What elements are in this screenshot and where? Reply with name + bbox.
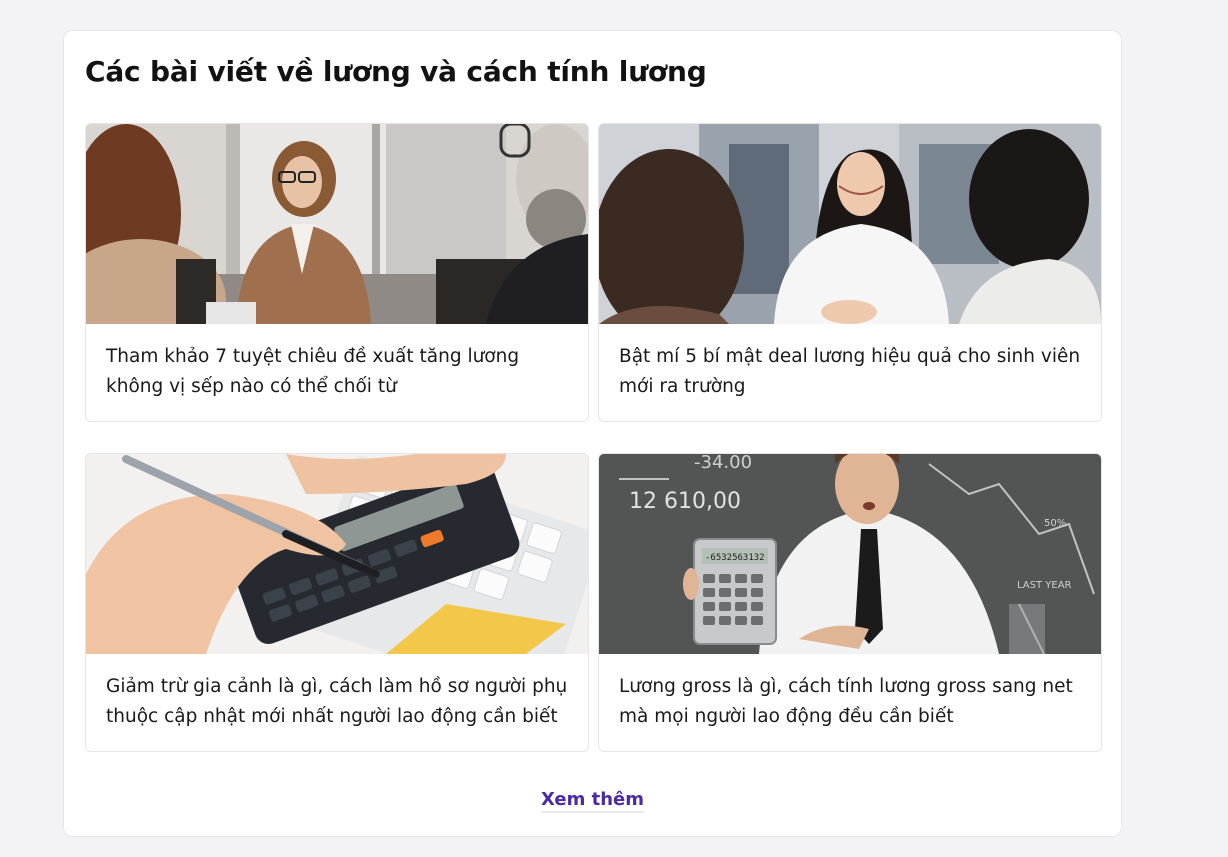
section-title: Các bài viết về lương và cách tính lương <box>85 55 707 88</box>
article-thumbnail-2[interactable] <box>599 124 1101 324</box>
chalk-number: 12 610,00 <box>629 489 741 514</box>
article-card-1[interactable]: Tham khảo 7 tuyệt chiêu đề xuất tăng lươ… <box>85 123 589 422</box>
article-thumbnail-4[interactable]: 12 610,00 -34.00 50% LAST YEAR -65325631… <box>599 454 1101 654</box>
chalk-percent: 50% <box>1044 518 1066 529</box>
article-thumbnail-1[interactable] <box>86 124 588 324</box>
chalk-top-number: -34.00 <box>694 454 752 473</box>
chalk-last-year: LAST YEAR <box>1017 580 1072 591</box>
article-card-4[interactable]: 12 610,00 -34.00 50% LAST YEAR -65325631… <box>598 453 1102 752</box>
see-more-container: Xem thêm <box>64 789 1121 813</box>
article-thumbnail-3[interactable] <box>86 454 588 654</box>
article-card-3[interactable]: Giảm trừ gia cảnh là gì, cách làm hồ sơ … <box>85 453 589 752</box>
article-title-2[interactable]: Bật mí 5 bí mật deal lương hiệu quả cho … <box>619 342 1081 402</box>
see-more-link[interactable]: Xem thêm <box>540 789 644 813</box>
article-title-4[interactable]: Lương gross là gì, cách tính lương gross… <box>619 672 1081 732</box>
article-card-2[interactable]: Bật mí 5 bí mật deal lương hiệu quả cho … <box>598 123 1102 422</box>
calculator-display: -6532563132 <box>705 553 765 563</box>
article-title-3[interactable]: Giảm trừ gia cảnh là gì, cách làm hồ sơ … <box>106 672 568 732</box>
article-title-1[interactable]: Tham khảo 7 tuyệt chiêu đề xuất tăng lươ… <box>106 342 568 402</box>
salary-articles-section: Các bài viết về lương và cách tính lương <box>63 30 1122 837</box>
